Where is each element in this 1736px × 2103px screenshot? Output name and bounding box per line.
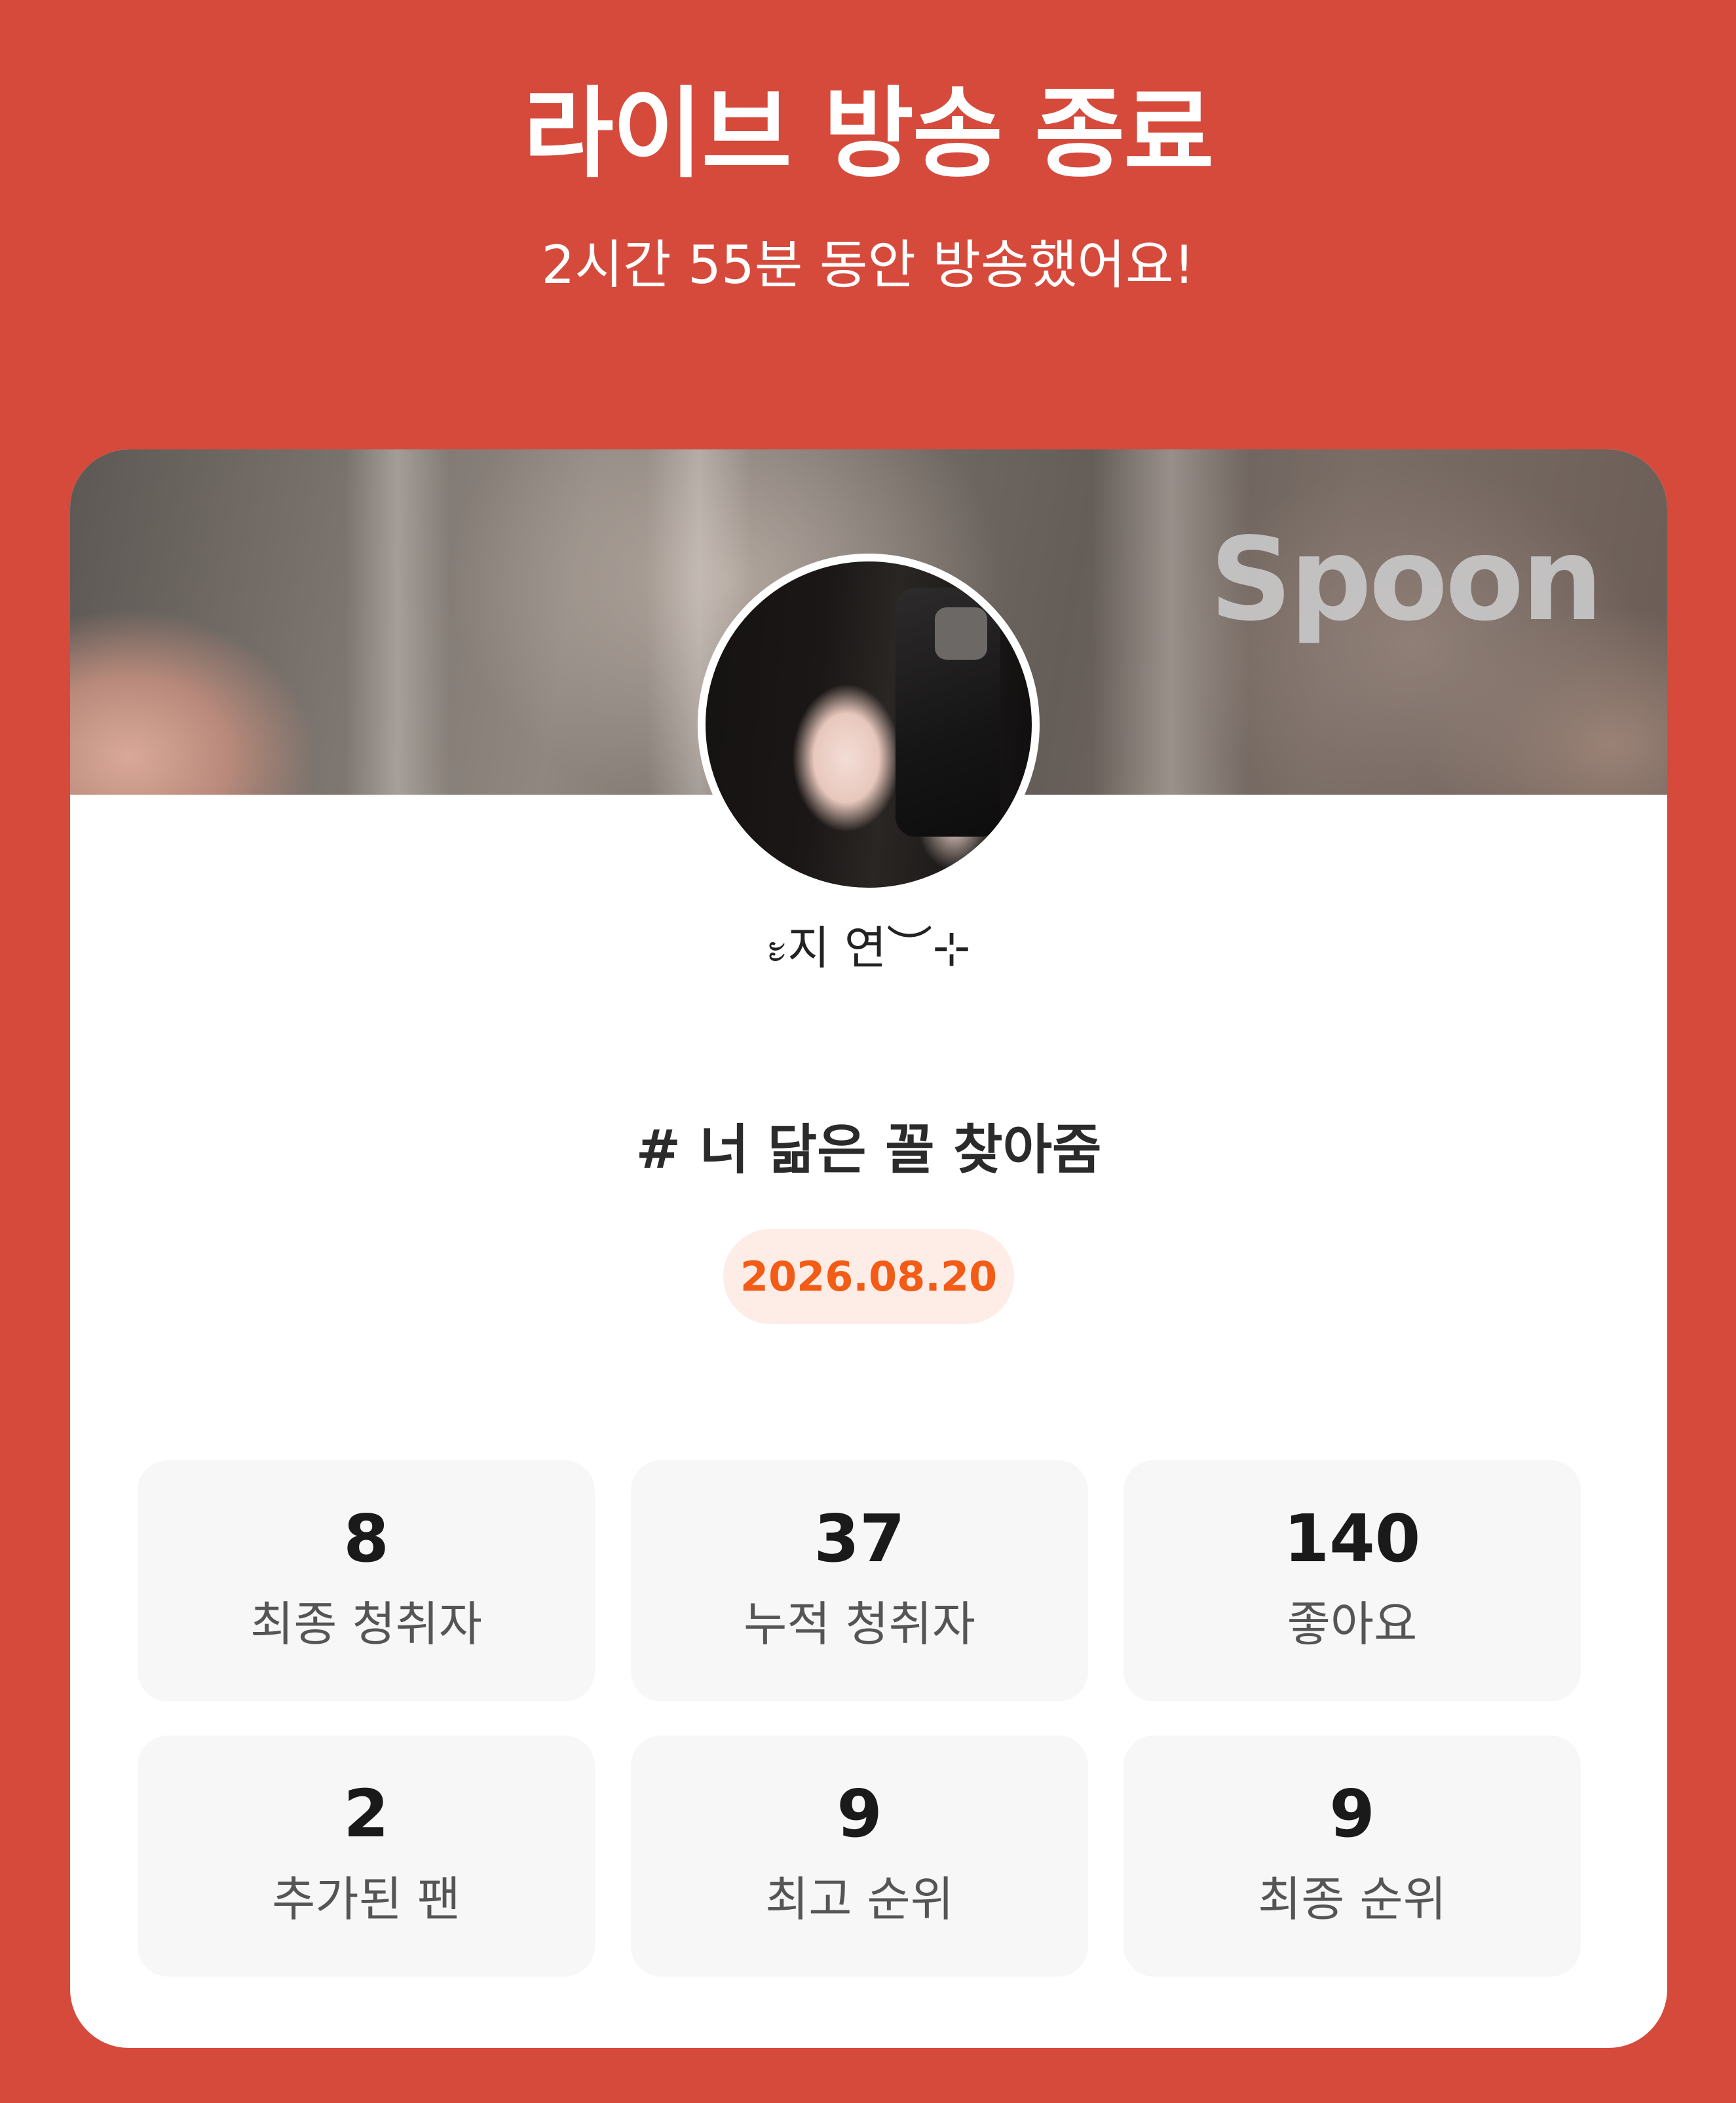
stat-final-rank: 9 최종 순위: [1123, 1735, 1581, 1977]
stat-value: 37: [814, 1500, 905, 1577]
stat-added-fans: 2 추가된 팬: [138, 1735, 595, 1977]
stat-value: 2: [343, 1775, 389, 1852]
stat-value: 9: [837, 1775, 882, 1852]
stat-value: 9: [1329, 1775, 1375, 1852]
broadcast-summary-card: Spoon ᭝지 연︶⊹ # 너 닮은 꼴 찾아줌 2026.08.20 8 최…: [70, 449, 1667, 2048]
stat-label: 최종 청취자: [250, 1597, 483, 1652]
stat-total-listeners: 37 누적 청취자: [631, 1460, 1088, 1701]
stat-label: 추가된 팬: [272, 1872, 461, 1927]
stat-highest-rank: 9 최고 순위: [631, 1735, 1088, 1977]
date-badge: 2026.08.20: [723, 1229, 1014, 1324]
dj-nickname: ᭝지 연︶⊹: [766, 921, 971, 975]
broadcast-duration: 2시간 55분 동안 방송했어요!: [541, 235, 1195, 295]
stat-value: 140: [1283, 1500, 1421, 1577]
page-title: 라이브 방송 종료: [523, 77, 1214, 191]
stat-value: 8: [343, 1500, 389, 1577]
avatar: [698, 554, 1040, 896]
stat-label: 최종 순위: [1258, 1872, 1446, 1927]
spoon-logo: Spoon: [1209, 514, 1603, 647]
stat-label: 좋아요: [1287, 1597, 1418, 1652]
stat-label: 누적 청취자: [743, 1597, 976, 1652]
stat-label: 최고 순위: [765, 1872, 954, 1927]
broadcast-title: # 너 닮은 꼴 찾아줌: [635, 1119, 1102, 1181]
stat-likes: 140 좋아요: [1123, 1460, 1581, 1701]
banner-drape-detail: [345, 449, 450, 795]
stat-final-listeners: 8 최종 청취자: [138, 1460, 595, 1701]
avatar-camera-detail: [935, 607, 987, 660]
